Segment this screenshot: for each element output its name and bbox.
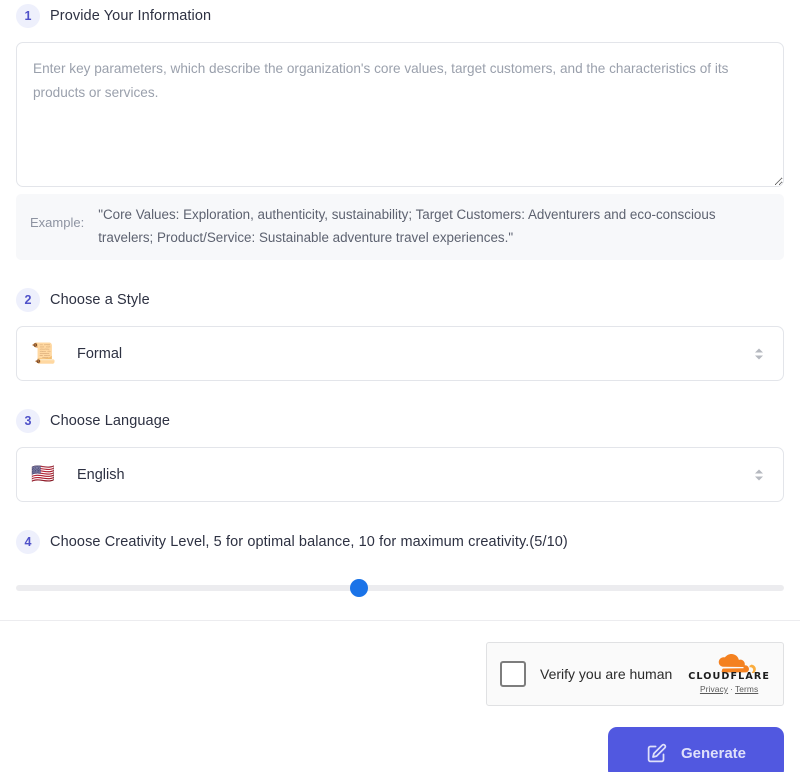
- creativity-section: 4 Choose Creativity Level, 5 for optimal…: [16, 530, 784, 597]
- slider-track[interactable]: [16, 585, 784, 591]
- link-separator: ·: [730, 684, 733, 694]
- edit-square-icon: [647, 743, 667, 762]
- information-textarea-wrap: [16, 42, 784, 192]
- chevron-updown-icon: [755, 348, 763, 359]
- step-3-header: 3 Choose Language: [16, 409, 784, 433]
- cloudflare-wordmark: CLOUDFLARE: [688, 671, 770, 682]
- step-2-badge: 2: [16, 288, 40, 312]
- chevron-updown-icon: [755, 469, 763, 480]
- bottom-area: Verify you are human CLOUDFLARE Privacy ·…: [0, 620, 800, 772]
- step-3-title: Choose Language: [50, 413, 171, 429]
- step-4-header: 4 Choose Creativity Level, 5 for optimal…: [16, 530, 784, 554]
- language-select[interactable]: 🇺🇸 English: [16, 447, 784, 502]
- creativity-slider[interactable]: [16, 579, 784, 597]
- example-hint: Example: "Core Values: Exploration, auth…: [16, 194, 784, 260]
- step-2-header: 2 Choose a Style: [16, 288, 784, 312]
- step-2-title: Choose a Style: [50, 292, 150, 308]
- language-section: 3 Choose Language 🇺🇸 English: [16, 409, 784, 502]
- step-4-title: Choose Creativity Level, 5 for optimal b…: [50, 534, 568, 550]
- style-section: 2 Choose a Style 📜 Formal: [16, 288, 784, 381]
- form-area: 1 Provide Your Information Example: "Cor…: [0, 0, 800, 597]
- cloudflare-links: Privacy · Terms: [700, 684, 758, 694]
- language-select-value: English: [77, 466, 125, 483]
- cloudflare-turnstile-widget[interactable]: Verify you are human CLOUDFLARE Privacy ·…: [486, 642, 784, 706]
- style-select[interactable]: 📜 Formal: [16, 326, 784, 381]
- style-select-value: Formal: [77, 345, 123, 362]
- step-3-badge: 3: [16, 409, 40, 433]
- flag-us-icon: 🇺🇸: [31, 464, 55, 485]
- step-1-title: Provide Your Information: [50, 8, 212, 24]
- example-text: "Core Values: Exploration, authenticity,…: [98, 207, 716, 245]
- generate-button[interactable]: Generate: [608, 727, 784, 772]
- information-input[interactable]: [16, 42, 784, 187]
- step-4-badge: 4: [16, 530, 40, 554]
- step-1-header: 1 Provide Your Information: [16, 0, 784, 28]
- verify-human-checkbox[interactable]: [500, 661, 526, 687]
- slider-thumb[interactable]: [349, 579, 368, 597]
- generator-form-page: 1 Provide Your Information Example: "Cor…: [0, 0, 800, 772]
- example-label: Example:: [30, 215, 85, 230]
- verify-human-label: Verify you are human: [540, 666, 673, 682]
- generate-button-label: Generate: [680, 744, 747, 762]
- step-1-badge: 1: [16, 4, 40, 28]
- privacy-link[interactable]: Privacy: [700, 684, 728, 694]
- cloudflare-brand: CLOUDFLARE Privacy · Terms: [688, 654, 770, 694]
- terms-link[interactable]: Terms: [735, 684, 758, 694]
- scroll-emoji-icon: 📜: [31, 342, 56, 365]
- generate-row: Generate: [16, 727, 784, 772]
